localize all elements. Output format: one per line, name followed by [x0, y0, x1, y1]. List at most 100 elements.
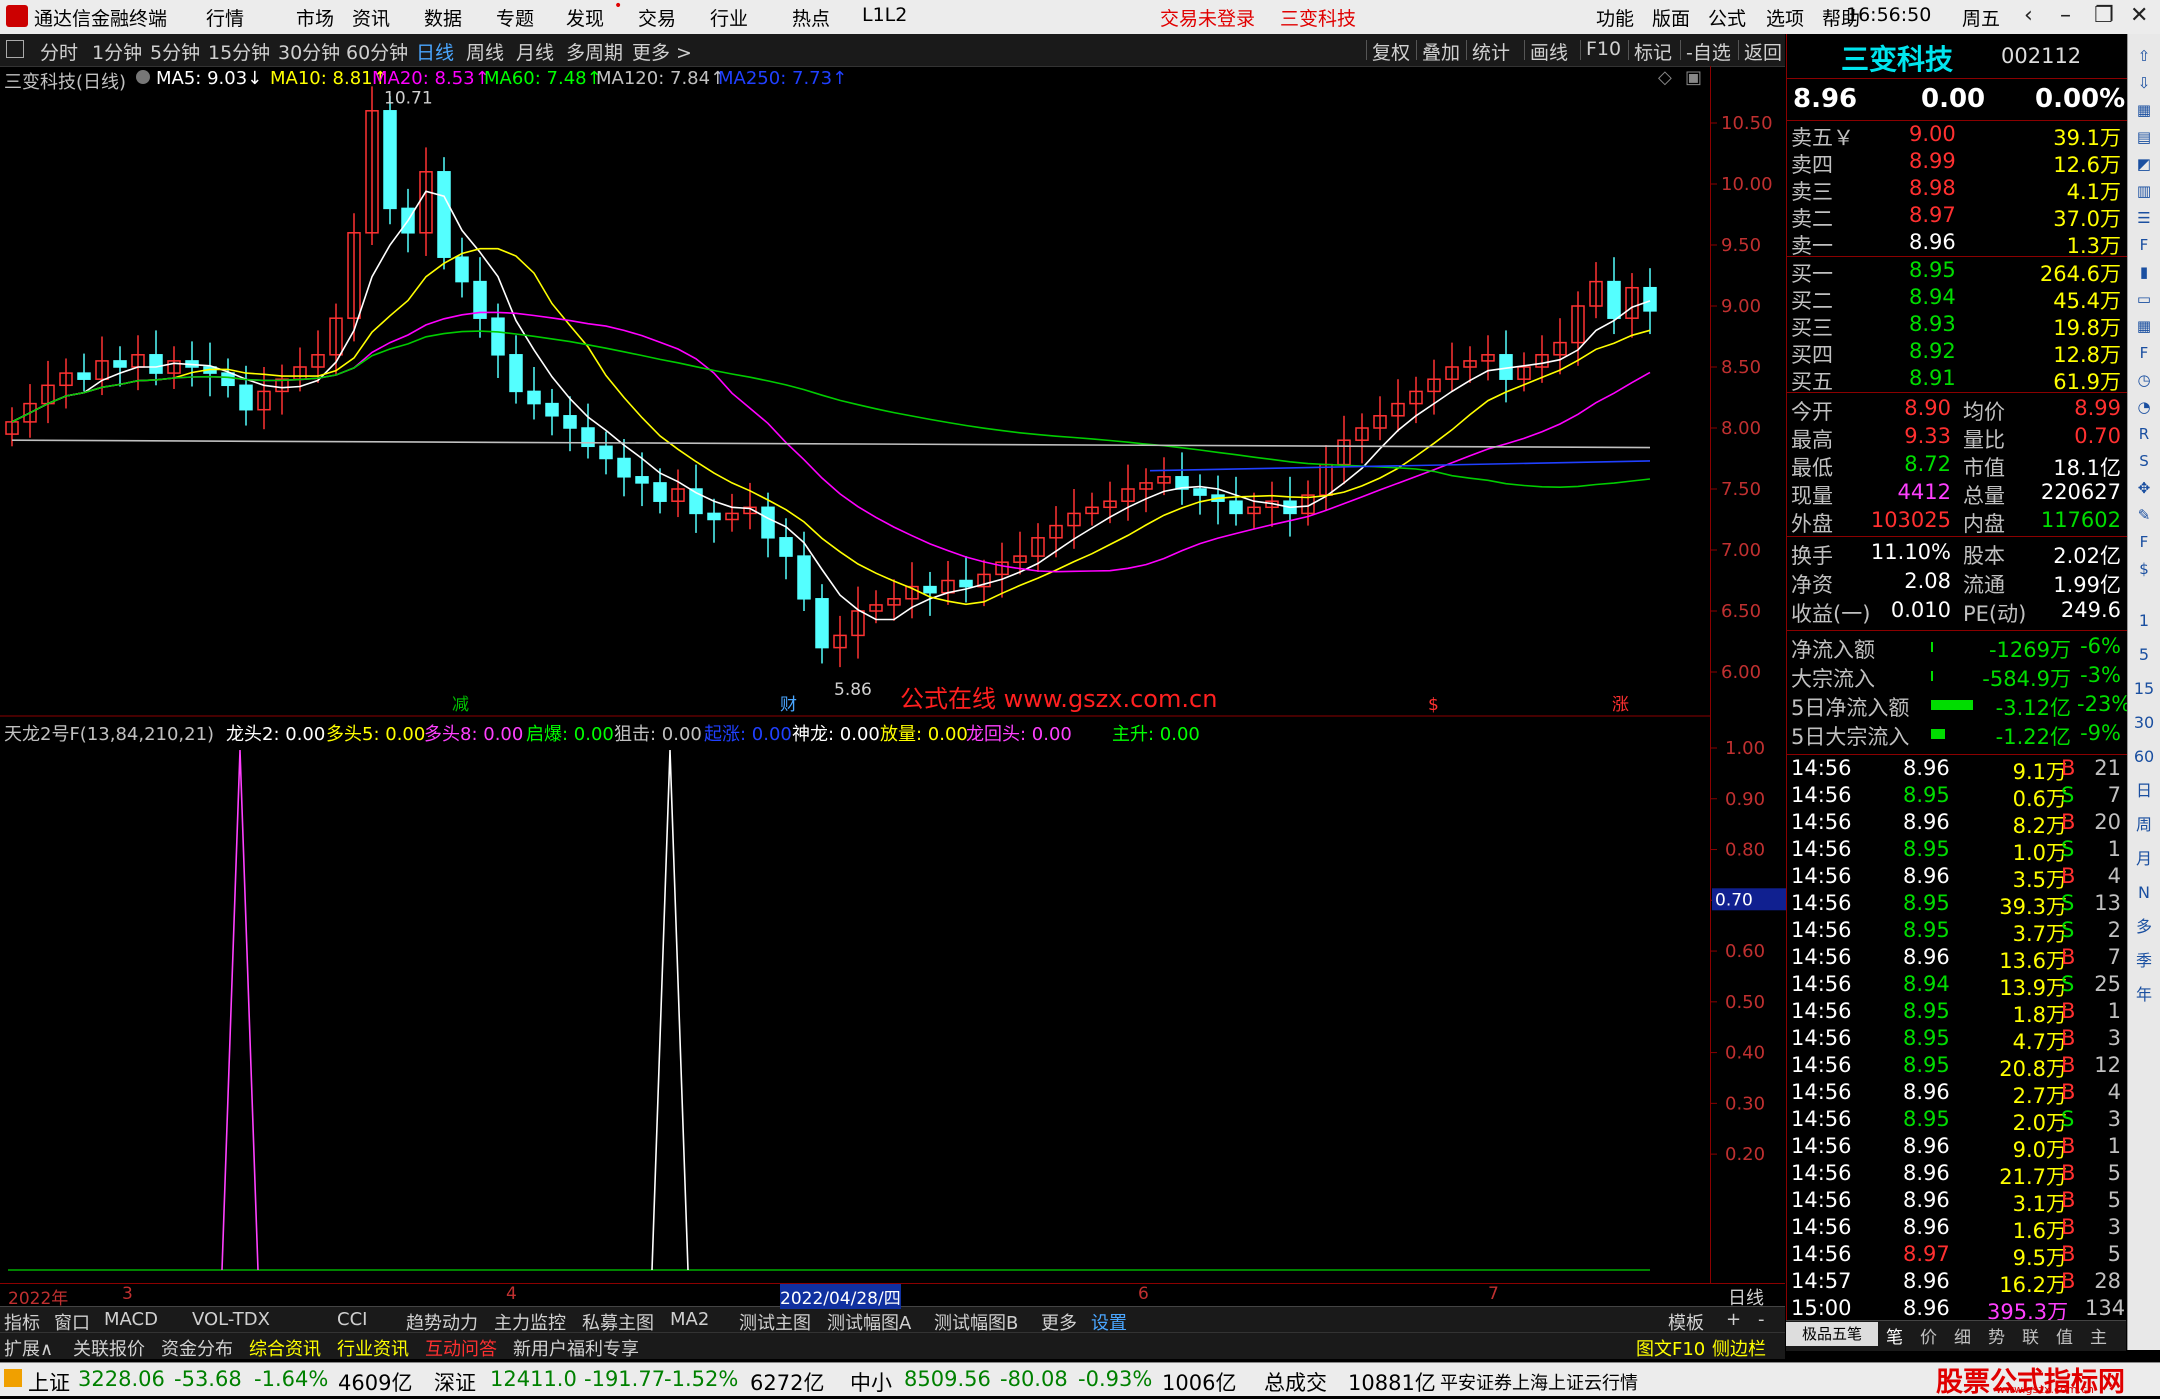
zx-name[interactable]: 中小	[850, 1367, 892, 1397]
menu-7[interactable]: 行业	[710, 4, 748, 31]
right-menu-1[interactable]: 版面	[1652, 4, 1690, 31]
period-shortcut-9[interactable]: 多	[2132, 915, 2156, 939]
tabs1-right-2[interactable]: -	[1758, 1309, 1765, 1330]
panel-tab-5[interactable]: 值	[2056, 1323, 2073, 1348]
info-tab-6[interactable]: 新用户福利专享	[513, 1335, 639, 1361]
table-icon[interactable]: ▤	[2132, 125, 2156, 149]
tool-3[interactable]: 画线	[1530, 38, 1568, 65]
rsi-icon[interactable]: R	[2132, 422, 2156, 446]
period-shortcut-5[interactable]: 日	[2132, 779, 2156, 803]
panel-tab-2[interactable]: 细	[1954, 1323, 1971, 1348]
period-shortcut-3[interactable]: 30	[2132, 711, 2156, 735]
menu-1[interactable]: 市场	[296, 4, 334, 31]
period-shortcut-7[interactable]: 月	[2132, 847, 2156, 871]
right-menu-0[interactable]: 功能	[1596, 4, 1634, 31]
grid-icon[interactable]: ▦	[2132, 98, 2156, 122]
minimize-icon[interactable]: –	[2060, 3, 2071, 28]
period-shortcut-0[interactable]: 1	[2132, 609, 2156, 633]
menu-8[interactable]: 热点	[792, 4, 830, 31]
panel-tab-1[interactable]: 价	[1920, 1323, 1937, 1348]
indicator-tab-8[interactable]: MA2	[670, 1309, 709, 1330]
info-tab-5[interactable]: 互动问答	[425, 1335, 497, 1361]
info-tab-2[interactable]: 资金分布	[161, 1335, 233, 1361]
sh-name[interactable]: 上证	[28, 1367, 70, 1397]
restore-icon[interactable]: ❐	[2094, 3, 2114, 28]
chart-icon[interactable]: ◩	[2132, 152, 2156, 176]
kline-chart[interactable]: 10.71 5.86 减 财 $ 涨 三变科技(日线) MA5: 9.03↓ MA10: 8…	[0, 66, 1710, 718]
close-icon[interactable]: ✕	[2130, 3, 2148, 28]
back-icon[interactable]: ‹	[2024, 3, 2033, 28]
tool-1[interactable]: 叠加	[1422, 38, 1460, 65]
info-tab-4[interactable]: 行业资讯	[337, 1335, 409, 1361]
period-shortcut-6[interactable]: 周	[2132, 813, 2156, 837]
panel-tab-4[interactable]: 联	[2022, 1323, 2039, 1348]
period-7[interactable]: 周线	[466, 38, 504, 65]
period-5[interactable]: 60分钟	[346, 38, 408, 65]
period-0[interactable]: 分时	[40, 38, 78, 65]
s-icon[interactable]: S	[2132, 449, 2156, 473]
arrow-up-icon[interactable]: ⇧	[2132, 44, 2156, 68]
indicator-chart[interactable]: 天龙2号F(13,84,210,21) 龙头2: 0.00 多头5: 0.00 多头8…	[0, 718, 1710, 1283]
tool-7[interactable]: 返回	[1744, 38, 1782, 65]
info-tab-1[interactable]: 关联报价	[73, 1335, 145, 1361]
tool-6[interactable]: -自选	[1686, 38, 1731, 65]
period-6[interactable]: 日线	[416, 38, 454, 65]
f10-icon[interactable]: F	[2132, 233, 2156, 257]
right-menu-3[interactable]: 选项	[1766, 4, 1804, 31]
candle-icon[interactable]: ▥	[2132, 179, 2156, 203]
period-10[interactable]: 更多 >	[632, 38, 692, 65]
menu-0[interactable]: 行情	[206, 4, 244, 31]
indicator-tab-4[interactable]: CCI	[337, 1309, 367, 1330]
period-shortcut-1[interactable]: 5	[2132, 643, 2156, 667]
right-menu-2[interactable]: 公式	[1708, 4, 1746, 31]
period-shortcut-10[interactable]: 季	[2132, 949, 2156, 973]
arrow-down-icon[interactable]: ⇩	[2132, 71, 2156, 95]
zoom-icon[interactable]: ▣	[1685, 67, 1702, 88]
info-tab-0[interactable]: 扩展∧	[4, 1335, 53, 1361]
menu-4[interactable]: 专题	[496, 4, 534, 31]
period-shortcut-4[interactable]: 60	[2132, 745, 2156, 769]
menu-9[interactable]: L1L2	[862, 4, 907, 26]
tick-icon[interactable]: ◔	[2132, 395, 2156, 419]
period-3[interactable]: 15分钟	[208, 38, 270, 65]
tool-5[interactable]: 标记	[1634, 38, 1672, 65]
panel-tab-6[interactable]: 主	[2090, 1323, 2107, 1348]
period-9[interactable]: 多周期	[566, 38, 623, 65]
menu-3[interactable]: 数据	[424, 4, 462, 31]
period-shortcut-11[interactable]: 年	[2132, 983, 2156, 1007]
menu-icon[interactable]	[4, 1369, 22, 1387]
indicator-tab-2[interactable]: MACD	[104, 1309, 158, 1330]
panel-toggle-icon[interactable]	[6, 40, 24, 58]
bars-icon[interactable]: ▮	[2132, 260, 2156, 284]
period-shortcut-8[interactable]: N	[2132, 881, 2156, 905]
tool-4[interactable]: F10	[1586, 38, 1621, 60]
grid2-icon[interactable]: ▦	[2132, 314, 2156, 338]
fs2-icon[interactable]: F	[2132, 530, 2156, 554]
period-2[interactable]: 5分钟	[150, 38, 200, 65]
login-status[interactable]: 交易未登录	[1160, 4, 1255, 31]
fs-icon[interactable]: F	[2132, 341, 2156, 365]
tool-2[interactable]: 统计	[1472, 38, 1510, 65]
settings-icon[interactable]	[136, 70, 150, 84]
period-shortcut-2[interactable]: 15	[2132, 677, 2156, 701]
clock-icon[interactable]: ◷	[2132, 368, 2156, 392]
menu-6[interactable]: 交易	[638, 4, 676, 31]
panel-tab-0[interactable]: 笔	[1886, 1323, 1903, 1348]
info-tab-3[interactable]: 综合资讯	[249, 1335, 321, 1361]
period-1[interactable]: 1分钟	[92, 38, 142, 65]
move-icon[interactable]: ✥	[2132, 476, 2156, 500]
menu-5[interactable]: 发现	[566, 4, 604, 31]
tool-0[interactable]: 复权	[1372, 38, 1410, 65]
sz-name[interactable]: 深证	[434, 1367, 476, 1397]
period-8[interactable]: 月线	[516, 38, 554, 65]
menu-2[interactable]: 资讯	[352, 4, 390, 31]
money-icon[interactable]: $	[2132, 557, 2156, 581]
indicator-tab-3[interactable]: VOL-TDX	[192, 1309, 270, 1330]
input-method-box[interactable]: 极品五笔	[1786, 1322, 1878, 1346]
tabs2-right-1[interactable]: 侧边栏	[1712, 1335, 1766, 1361]
doc-icon[interactable]: ▭	[2132, 287, 2156, 311]
diamond-icon[interactable]: ◇	[1658, 67, 1672, 88]
panel-tab-3[interactable]: 势	[1988, 1323, 2005, 1348]
list-icon[interactable]: ☰	[2132, 206, 2156, 230]
tabs2-right-0[interactable]: 图文F10	[1636, 1335, 1705, 1361]
